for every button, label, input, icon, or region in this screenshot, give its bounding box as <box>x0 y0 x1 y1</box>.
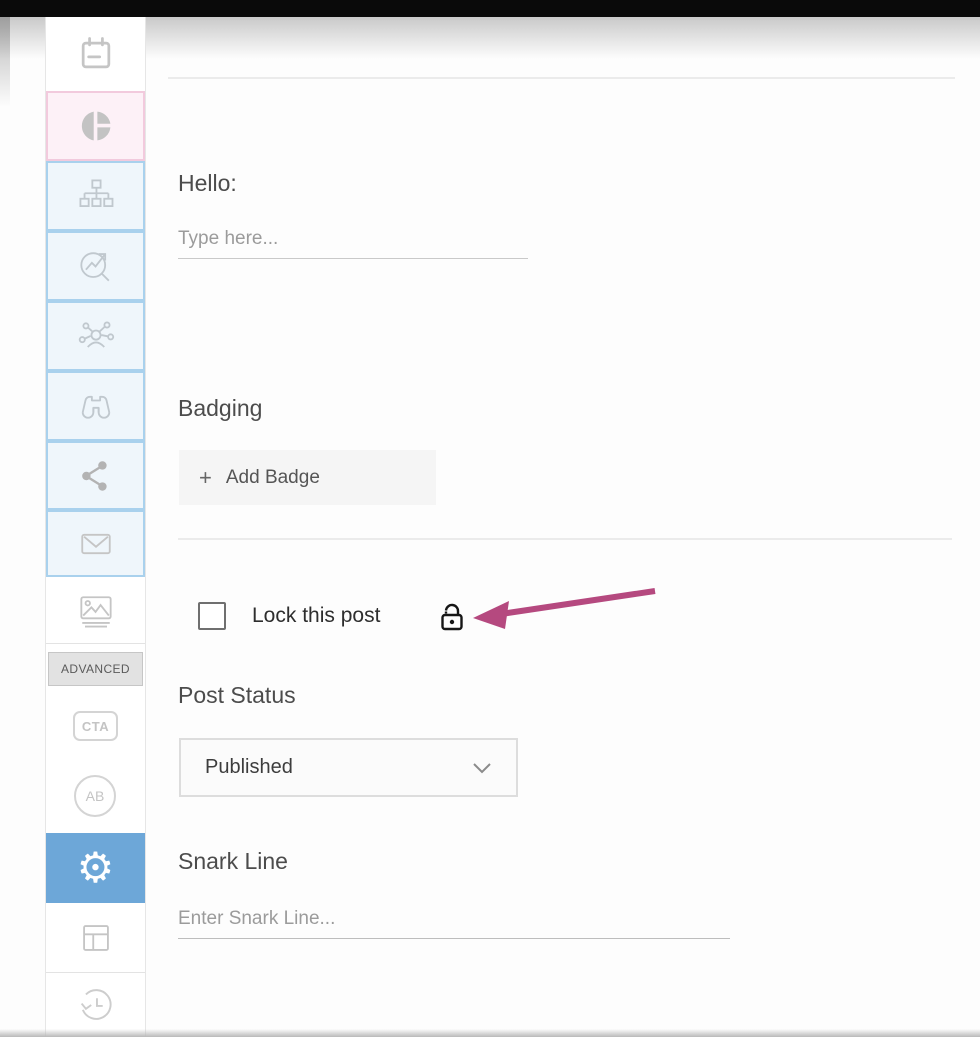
corner-gradient <box>0 17 10 107</box>
post-status-value: Published <box>205 756 293 779</box>
module-sidebar: ADVANCED CTA AB ⚙ <box>45 17 146 1037</box>
post-status-select[interactable]: Published <box>179 738 518 797</box>
bottom-gradient <box>0 1029 980 1037</box>
advanced-text: ADVANCED <box>61 662 130 676</box>
pie-chart-icon <box>74 104 118 148</box>
influencer-network-icon <box>74 314 118 358</box>
binoculars-icon <box>74 384 118 428</box>
snark-line-label: Snark Line <box>178 848 288 875</box>
sidebar-item-analytics[interactable] <box>46 91 145 161</box>
featured-image-icon <box>74 589 118 633</box>
gear-icon: ⚙ <box>77 847 115 889</box>
history-icon <box>73 982 119 1028</box>
org-chart-icon <box>74 174 118 218</box>
trend-search-icon <box>74 244 118 288</box>
sidebar-item-share[interactable] <box>46 441 145 510</box>
section-divider <box>178 538 952 540</box>
badging-section-label: Badging <box>178 395 262 422</box>
hello-field-label: Hello: <box>178 170 237 197</box>
hello-input[interactable] <box>178 228 528 259</box>
plus-icon: + <box>199 467 212 489</box>
sidebar-item-ab-test[interactable]: AB <box>74 775 116 817</box>
envelope-icon <box>74 522 118 566</box>
lock-icon <box>439 600 465 632</box>
share-icon <box>74 454 118 498</box>
annotation-arrow <box>465 583 661 631</box>
sidebar-item-structure[interactable] <box>46 161 145 231</box>
lock-post-checkbox[interactable] <box>198 602 226 630</box>
add-badge-button[interactable]: + Add Badge <box>179 450 436 505</box>
post-status-label: Post Status <box>178 682 296 709</box>
top-divider <box>168 77 955 79</box>
snark-line-input[interactable] <box>178 908 730 939</box>
layout-icon <box>74 916 118 960</box>
sidebar-item-performance[interactable] <box>46 231 145 301</box>
sidebar-item-cta[interactable]: CTA <box>73 711 118 741</box>
sidebar-item-influencers[interactable] <box>46 301 145 371</box>
cta-icon: CTA <box>82 719 109 734</box>
add-badge-label: Add Badge <box>226 467 320 489</box>
calendar-icon <box>74 33 118 77</box>
sidebar-item-email[interactable] <box>46 510 145 577</box>
top-gradient <box>0 17 980 59</box>
ab-test-icon: AB <box>86 788 105 804</box>
sidebar-item-calendar[interactable] <box>46 20 145 90</box>
sidebar-item-discover[interactable] <box>46 371 145 441</box>
lock-post-label: Lock this post <box>252 604 380 628</box>
sidebar-item-featured-image[interactable] <box>46 578 145 644</box>
app-screen: ADVANCED CTA AB ⚙ <box>0 0 980 1037</box>
top-black-bar <box>0 0 980 17</box>
sidebar-advanced-label: ADVANCED <box>48 652 143 686</box>
chevron-down-icon <box>472 762 492 774</box>
sidebar-item-layout[interactable] <box>46 903 145 973</box>
sidebar-item-settings-active[interactable]: ⚙ <box>46 833 145 903</box>
sidebar-item-history[interactable] <box>46 973 145 1037</box>
